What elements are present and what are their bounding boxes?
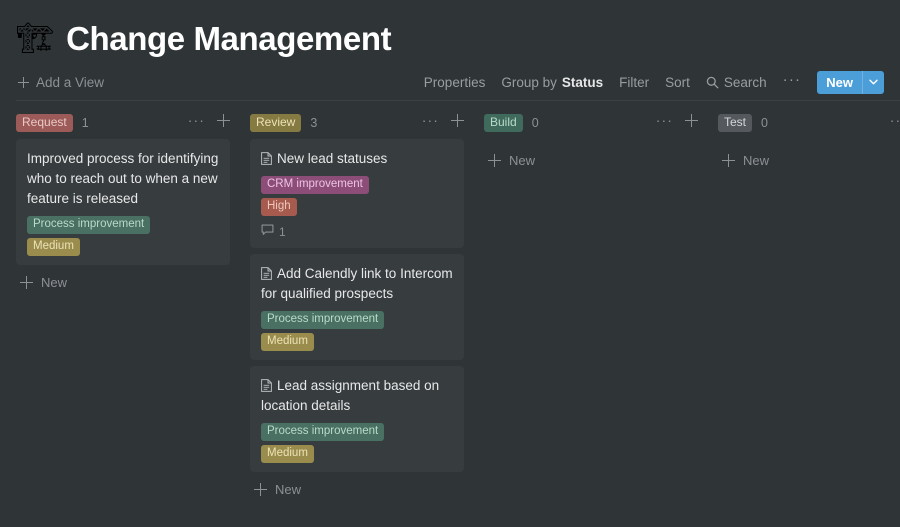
column-more-button[interactable]: ···: [656, 113, 673, 129]
board-column-build: Build 0 ··· New: [484, 101, 718, 501]
search-label: Search: [723, 74, 767, 90]
plus-icon: [685, 113, 698, 127]
column-actions: ···: [422, 113, 464, 132]
page-title: Change Management: [66, 20, 392, 57]
column-cards: Improved process for identifying who to …: [16, 133, 230, 265]
card-tag[interactable]: Medium: [261, 445, 314, 463]
group-by-button[interactable]: Group by Status: [501, 75, 603, 90]
group-by-value: Status: [561, 74, 604, 90]
new-card-label: New: [275, 482, 302, 497]
column-header: Build 0 ···: [484, 101, 698, 133]
card-title: Improved process for identifying who to …: [27, 151, 219, 206]
board-card[interactable]: New lead statuses CRM improvement High 1: [250, 139, 464, 248]
card-tag[interactable]: Medium: [261, 333, 314, 351]
column-more-button[interactable]: ···: [188, 113, 205, 129]
plus-icon: [254, 483, 267, 496]
column-status-badge[interactable]: Build: [484, 113, 523, 132]
column-count: 0: [531, 115, 539, 130]
plus-icon: [18, 76, 29, 88]
card-tag[interactable]: Process improvement: [27, 216, 151, 234]
card-title: New lead statuses: [261, 149, 453, 169]
card-title: Lead assignment based on location detail…: [261, 378, 440, 413]
plus-icon: [451, 113, 464, 127]
toolbar: Add a View Properties Group by Status Fi…: [0, 64, 900, 100]
column-count: 1: [81, 115, 89, 130]
search-button[interactable]: Search: [706, 75, 767, 90]
column-new-card-button[interactable]: New: [16, 265, 230, 294]
card-tag[interactable]: Process improvement: [261, 311, 385, 329]
document-icon: [261, 378, 272, 392]
card-tags: Process improvement Medium: [261, 423, 453, 463]
column-status-badge[interactable]: Test: [718, 113, 753, 132]
column-header: Test 0 ···: [718, 101, 900, 133]
group-by-prefix: Group by: [501, 74, 557, 90]
column-new-card-button[interactable]: New: [718, 139, 900, 172]
new-card-label: New: [743, 153, 770, 168]
card-tag[interactable]: Process improvement: [261, 423, 385, 441]
column-header: Review 3 ···: [250, 101, 464, 133]
page-title-row: 🏗 Change Management: [0, 0, 900, 64]
column-status-badge[interactable]: Request: [16, 113, 73, 132]
column-actions: ···: [656, 113, 698, 132]
column-more-button[interactable]: ···: [890, 113, 900, 129]
comment-icon: [261, 224, 274, 239]
comment-count-value: 1: [279, 224, 286, 239]
card-tag[interactable]: Medium: [27, 238, 80, 256]
document-icon: [261, 266, 272, 280]
filter-button[interactable]: Filter: [619, 75, 649, 90]
properties-button[interactable]: Properties: [424, 75, 486, 90]
add-view-label: Add a View: [36, 74, 105, 90]
card-title: Add Calendly link to Intercom for qualif…: [261, 266, 453, 301]
plus-icon: [722, 154, 735, 167]
card-tags: CRM improvement High: [261, 176, 453, 216]
crane-emoji: 🏗: [16, 21, 55, 56]
board-column-test: Test 0 ··· New: [718, 101, 900, 501]
board-card[interactable]: Add Calendly link to Intercom for qualif…: [250, 254, 464, 360]
new-button[interactable]: New: [817, 70, 884, 94]
new-card-label: New: [41, 275, 68, 290]
board-card[interactable]: Improved process for identifying who to …: [16, 139, 230, 265]
card-tags: Process improvement Medium: [27, 216, 219, 256]
board-column-review: Review 3 ··· New lead statuses CRM improveme…: [250, 101, 484, 501]
column-cards: New lead statuses CRM improvement High 1 Add…: [250, 133, 464, 472]
board-column-request: Request 1 ··· Improved process for identify…: [16, 101, 250, 501]
board-page: 🏗 Change Management Add a View Propertie…: [0, 0, 900, 527]
column-add-card-button[interactable]: [685, 113, 698, 132]
column-header: Request 1 ···: [16, 101, 230, 133]
column-actions: ···: [188, 113, 230, 132]
column-status-badge[interactable]: Review: [250, 113, 302, 132]
column-new-card-button[interactable]: New: [484, 139, 698, 172]
column-add-card-button[interactable]: [217, 113, 230, 132]
card-tags: Process improvement Medium: [261, 311, 453, 351]
add-view-button[interactable]: Add a View: [16, 72, 110, 93]
card-comment-count: 1: [261, 224, 453, 239]
column-add-card-button[interactable]: [451, 113, 464, 132]
search-icon: [706, 76, 719, 89]
kanban-board: Request 1 ··· Improved process for identify…: [0, 101, 900, 501]
plus-icon: [488, 154, 501, 167]
column-count: 0: [761, 115, 768, 130]
document-icon: [261, 151, 272, 165]
plus-icon: [20, 276, 33, 289]
sort-button[interactable]: Sort: [665, 75, 690, 90]
board-card[interactable]: Lead assignment based on location detail…: [250, 366, 464, 472]
column-count: 3: [310, 115, 318, 130]
column-actions: ···: [890, 113, 900, 132]
column-new-card-button[interactable]: New: [250, 472, 464, 501]
plus-icon: [217, 113, 230, 127]
card-tag[interactable]: High: [261, 198, 297, 216]
new-button-label: New: [826, 74, 853, 90]
column-more-button[interactable]: ···: [422, 113, 439, 129]
card-tag[interactable]: CRM improvement: [261, 176, 369, 194]
chevron-down-icon[interactable]: [862, 70, 884, 94]
new-card-label: New: [509, 153, 536, 168]
more-options-button[interactable]: ···: [783, 72, 802, 90]
